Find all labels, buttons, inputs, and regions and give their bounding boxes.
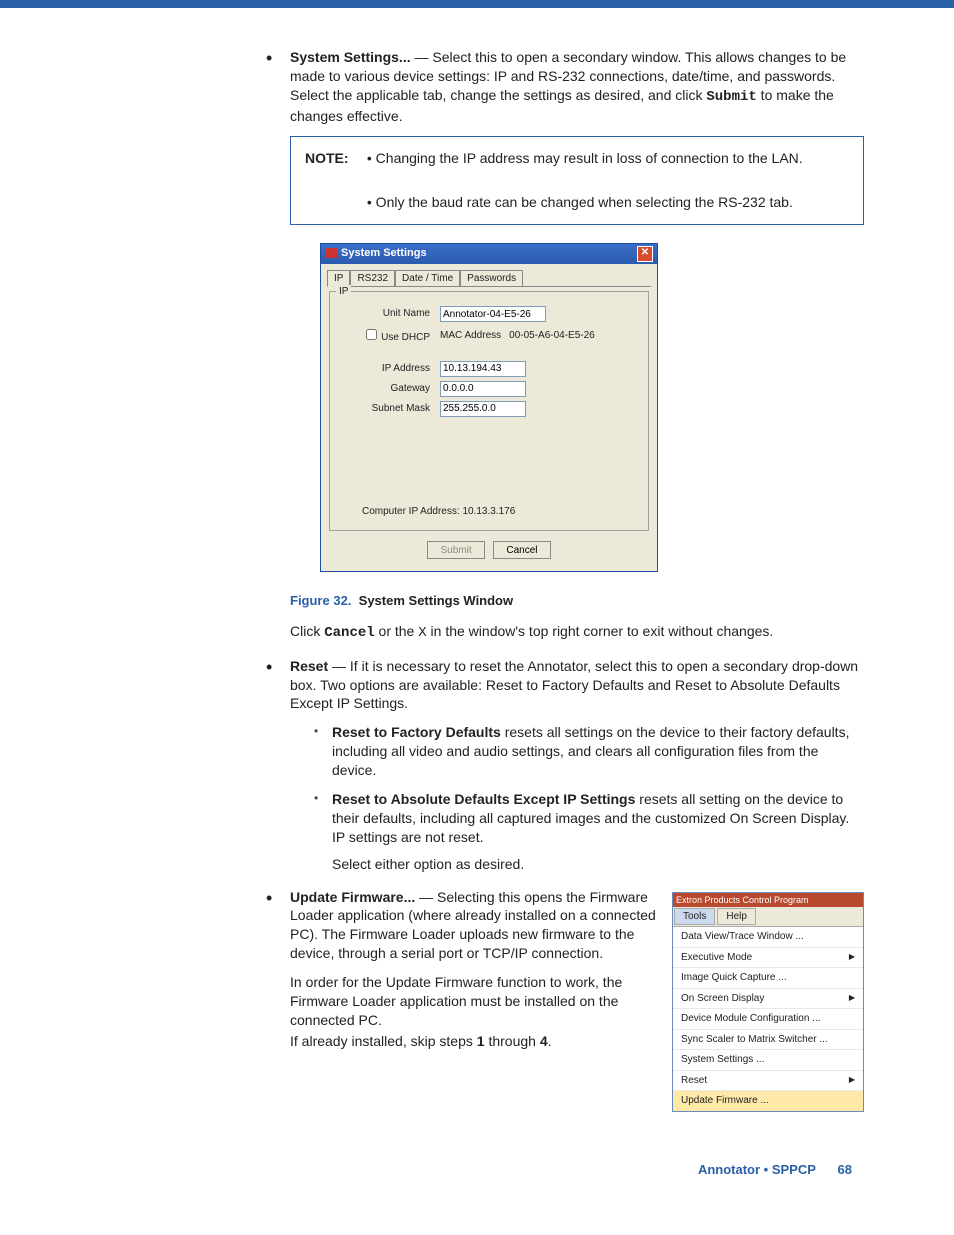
dropdown-item[interactable]: Device Module Configuration ... (673, 1009, 863, 1030)
menu-tools[interactable]: Tools (674, 908, 715, 926)
chevron-right-icon: ▶ (849, 993, 855, 1004)
unitname-input[interactable] (440, 306, 546, 322)
af-pre: Click (290, 623, 324, 639)
chevron-right-icon: ▶ (849, 952, 855, 963)
dropdown-item[interactable]: Reset▶ (673, 1071, 863, 1092)
tab-datetime[interactable]: Date / Time (395, 270, 460, 287)
dialog-submit-button[interactable]: Submit (427, 541, 484, 559)
figure-title: System Settings Window (359, 593, 513, 608)
comp-ip-value: 10.13.3.176 (462, 506, 515, 517)
submit-keyword: Submit (706, 89, 756, 105)
page-footer: Annotator • SPPCP 68 (260, 1162, 864, 1177)
p2b-post: . (548, 1033, 552, 1049)
label-ip: IP Address (340, 362, 440, 376)
note-label: NOTE: (305, 147, 363, 169)
bullet-update-firmware: Extron Products Control Program Tools He… (260, 888, 864, 1122)
ip-groupbox: IP Unit Name Use DHCP MAC Address 00-05-… (329, 291, 649, 531)
tab-passwords[interactable]: Passwords (460, 270, 523, 287)
label-mac: MAC Address (440, 329, 501, 343)
dropdown-item[interactable]: Executive Mode▶ (673, 948, 863, 969)
program-titlebar: Extron Products Control Program (673, 893, 863, 907)
figure-caption: Figure 32. System Settings Window (290, 592, 864, 610)
dhcp-checkbox[interactable] (366, 329, 377, 340)
reset-text: — If it is necessary to reset the Annota… (290, 658, 858, 712)
system-settings-dialog: System Settings ✕ IP RS232 Date / Time P… (320, 243, 658, 573)
p2b-4: 4 (540, 1033, 548, 1049)
group-title: IP (336, 285, 351, 299)
sub1-title: Reset to Factory Defaults (332, 724, 501, 740)
tools-dropdown-screenshot: Extron Products Control Program Tools He… (672, 892, 864, 1112)
close-icon[interactable]: ✕ (637, 246, 653, 262)
af-mid: or the (375, 623, 419, 639)
dropdown-item[interactable]: System Settings ... (673, 1050, 863, 1071)
footer-doc: Annotator • SPPCP (698, 1162, 816, 1177)
ip-input[interactable] (440, 361, 526, 377)
tools-dropdown-list: Data View/Trace Window ...Executive Mode… (673, 927, 863, 1111)
mac-value: 00-05-A6-04-E5-26 (509, 329, 595, 343)
app-icon (325, 248, 337, 258)
note-line1: • Changing the IP address may result in … (367, 150, 803, 166)
dialog-cancel-button[interactable]: Cancel (493, 541, 550, 559)
af-cancel: Cancel (324, 625, 374, 641)
footer-page: 68 (838, 1162, 852, 1177)
sub-factory-defaults: Reset to Factory Defaults resets all set… (314, 723, 864, 780)
tab-rs232[interactable]: RS232 (350, 270, 395, 287)
p2b-pre: If already installed, skip steps (290, 1033, 477, 1049)
reset-title: Reset (290, 658, 328, 674)
dropdown-item[interactable]: On Screen Display▶ (673, 989, 863, 1010)
af-post: in the window's top right corner to exit… (427, 623, 774, 639)
chevron-right-icon: ▶ (849, 1075, 855, 1086)
label-gateway: Gateway (340, 382, 440, 396)
select-option-text: Select either option as desired. (332, 855, 864, 874)
comp-ip-label: Computer IP Address: (362, 506, 460, 517)
after-figure-para: Click Cancel or the X in the window's to… (290, 622, 864, 643)
p2b-mid: through (485, 1033, 540, 1049)
label-subnet: Subnet Mask (340, 402, 440, 416)
subnet-input[interactable] (440, 401, 526, 417)
dialog-titlebar: System Settings ✕ (321, 244, 657, 264)
af-x: X (418, 625, 426, 641)
p2b-1: 1 (477, 1033, 485, 1049)
label-unitname: Unit Name (340, 307, 440, 321)
top-accent-bar (0, 0, 954, 8)
note-box: NOTE: • Changing the IP address may resu… (290, 136, 864, 225)
bullet-reset: Reset — If it is necessary to reset the … (260, 657, 864, 874)
sub-absolute-defaults: Reset to Absolute Defaults Except IP Set… (314, 790, 864, 874)
dropdown-item[interactable]: Sync Scaler to Matrix Switcher ... (673, 1030, 863, 1051)
bullet-system-settings: System Settings... — Select this to open… (260, 48, 864, 643)
label-dhcp: Use DHCP (381, 332, 430, 343)
dialog-title: System Settings (341, 247, 427, 259)
dropdown-item[interactable]: Image Quick Capture ... (673, 968, 863, 989)
system-settings-title: System Settings... (290, 49, 411, 65)
gateway-input[interactable] (440, 381, 526, 397)
dropdown-item[interactable]: Data View/Trace Window ... (673, 927, 863, 948)
figure-number: Figure 32. (290, 593, 351, 608)
update-title: Update Firmware... (290, 889, 415, 905)
sub2-title: Reset to Absolute Defaults Except IP Set… (332, 791, 635, 807)
menu-help[interactable]: Help (717, 908, 756, 926)
dialog-tabs: IP RS232 Date / Time Passwords (327, 270, 651, 288)
dropdown-item[interactable]: Update Firmware ... (673, 1091, 863, 1111)
note-line2: • Only the baud rate can be changed when… (367, 194, 793, 210)
